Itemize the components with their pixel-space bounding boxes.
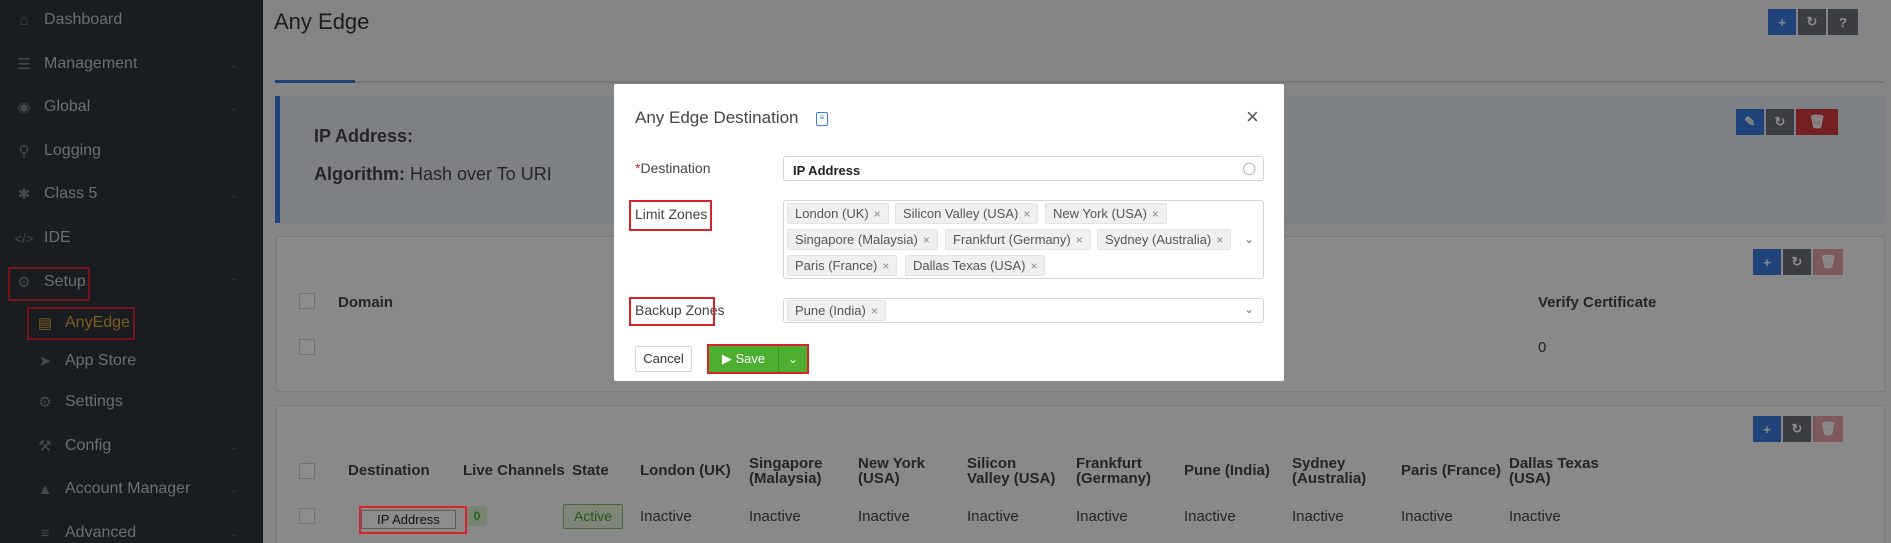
remove-tag-icon[interactable]: × [1152, 207, 1159, 221]
any-edge-destination-modal: Any Edge Destination ≡ × *Destination IP… [614, 84, 1284, 381]
zone-tag[interactable]: Pune (India) × [787, 300, 886, 321]
zone-tag[interactable]: London (UK) × [787, 203, 889, 224]
remove-tag-icon[interactable]: × [871, 304, 878, 318]
remove-tag-icon[interactable]: × [1076, 233, 1083, 247]
destination-select[interactable]: IP Address ◯ [783, 156, 1264, 181]
zone-tag[interactable]: Singapore (Malaysia) × [787, 229, 938, 250]
chevron-down-icon[interactable]: ⌄ [1244, 302, 1254, 316]
modal-title: Any Edge Destination [635, 108, 799, 127]
backup-zones-select[interactable]: Pune (India) × ⌄ [783, 298, 1264, 323]
remove-tag-icon[interactable]: × [882, 259, 889, 273]
cancel-button[interactable]: Cancel [635, 346, 692, 372]
destination-label: *Destination [635, 160, 711, 176]
remove-tag-icon[interactable]: × [1023, 207, 1030, 221]
close-icon[interactable]: × [1246, 104, 1259, 130]
document-icon[interactable]: ≡ [816, 112, 828, 126]
remove-tag-icon[interactable]: × [874, 207, 881, 221]
zone-tag[interactable]: Sydney (Australia) × [1097, 229, 1232, 250]
zone-tag[interactable]: New York (USA) × [1045, 203, 1167, 224]
zone-tag[interactable]: Silicon Valley (USA) × [895, 203, 1039, 224]
zone-tag[interactable]: Frankfurt (Germany) × [945, 229, 1091, 250]
remove-tag-icon[interactable]: × [923, 233, 930, 247]
backup-zones-highlight [629, 297, 715, 326]
remove-tag-icon[interactable]: × [1030, 259, 1037, 273]
remove-tag-icon[interactable]: × [1216, 233, 1223, 247]
check-circle-icon: ◯ [1242, 161, 1256, 175]
chevron-down-icon[interactable]: ⌄ [1244, 232, 1254, 246]
destination-cell-highlight [359, 506, 467, 534]
destination-value: IP Address [793, 163, 861, 178]
save-highlight [707, 344, 809, 374]
zone-tag[interactable]: Paris (France) × [787, 255, 898, 276]
limit-zones-select[interactable]: London (UK) × Silicon Valley (USA) × New Y… [783, 200, 1264, 279]
limit-zones-highlight [629, 200, 712, 231]
zone-tag[interactable]: Dallas Texas (USA) × [905, 255, 1046, 276]
